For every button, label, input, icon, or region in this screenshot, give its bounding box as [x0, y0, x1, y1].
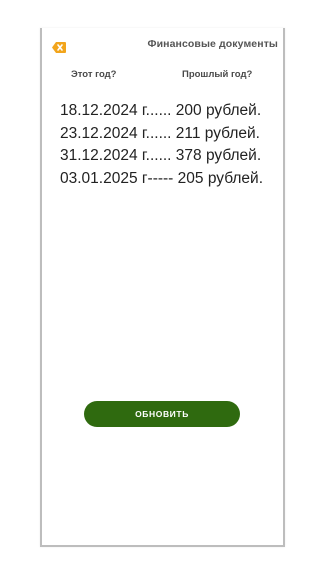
back-button[interactable] — [52, 40, 66, 53]
records-list: 18.12.2024 г...... 200 рублей. 23.12.202… — [60, 100, 290, 190]
close-x-icon — [52, 42, 66, 53]
record-item: 31.12.2024 г...... 378 рублей. — [60, 147, 262, 164]
page-title: Финансовые документы — [147, 38, 278, 50]
record-item: 18.12.2024 г...... 200 рублей. — [60, 102, 262, 119]
tab-this-year[interactable]: Этот год? — [71, 69, 117, 80]
record-item: 03.01.2025 г----- 205 рублей. — [60, 169, 263, 187]
update-button[interactable]: ОБНОВИТЬ — [84, 401, 240, 427]
record-item: 23.12.2024 г...... 211 рублей. — [60, 124, 260, 142]
tab-last-year[interactable]: Прошлый год? — [182, 69, 252, 80]
